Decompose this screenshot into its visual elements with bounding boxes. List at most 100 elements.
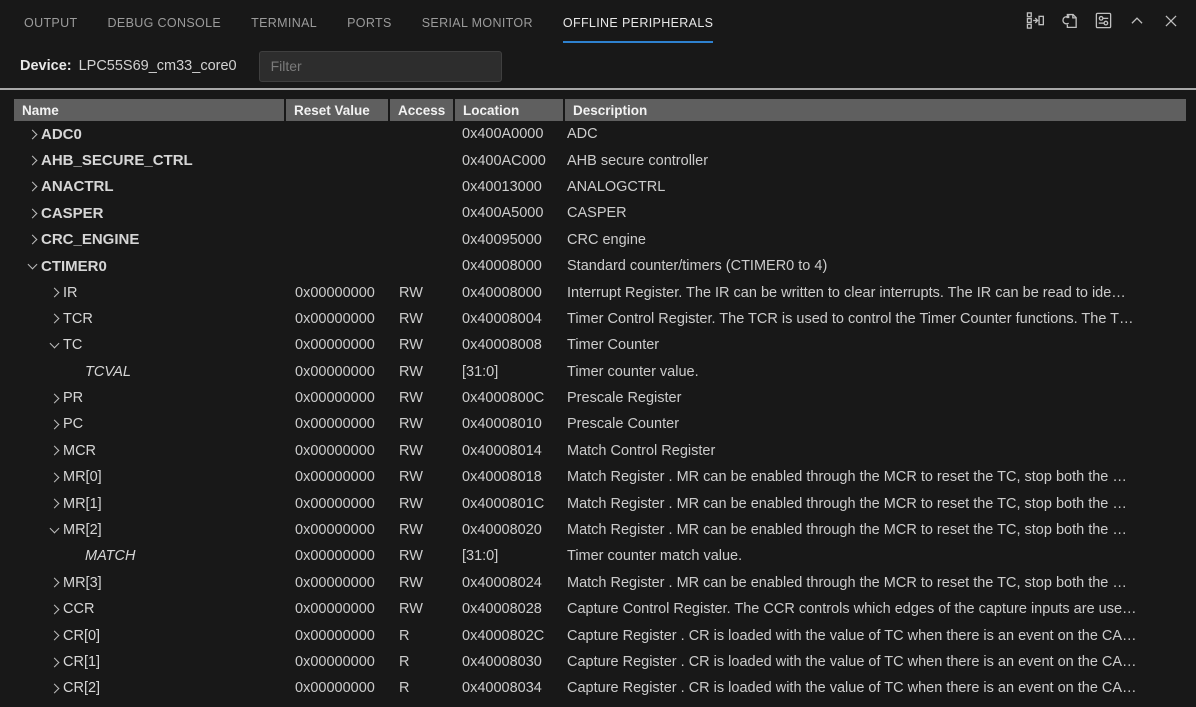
description-cell: Prescale Register — [565, 390, 1186, 406]
row-name: TCR — [63, 311, 93, 327]
chevron-icon[interactable] — [47, 286, 61, 300]
description-cell: ANALOGCTRL — [565, 179, 1186, 195]
reset-value-cell: 0x00000000 — [286, 628, 390, 644]
chevron-icon[interactable] — [47, 497, 61, 511]
row-name: CR[1] — [63, 654, 100, 670]
tab-serial-monitor[interactable]: SERIAL MONITOR — [422, 5, 533, 43]
filter-input[interactable] — [259, 51, 502, 82]
registers-transfer-button[interactable] — [1022, 9, 1048, 35]
file-refresh-icon — [1060, 11, 1079, 33]
chevron-icon[interactable] — [47, 470, 61, 484]
access-cell: R — [390, 628, 455, 644]
description-cell: Match Register . MR can be enabled throu… — [565, 522, 1186, 538]
registers-transfer-icon — [1026, 11, 1045, 33]
location-cell: [31:0] — [455, 364, 565, 380]
table-row[interactable]: AHB_SECURE_CTRL 0x400AC000 AHB secure co… — [14, 147, 1186, 173]
table-row[interactable]: MR[3] 0x00000000 RW 0x40008024 Match Reg… — [14, 570, 1186, 596]
table-row[interactable]: MATCH 0x00000000 RW [31:0] Timer counter… — [14, 543, 1186, 569]
tab-ports[interactable]: PORTS — [347, 5, 392, 43]
reset-value-cell: 0x00000000 — [286, 443, 390, 459]
chevron-icon[interactable] — [25, 127, 39, 141]
column-header-name[interactable]: Name — [14, 99, 284, 121]
row-name: MCR — [63, 443, 96, 459]
chevron-icon[interactable] — [25, 206, 39, 220]
location-cell: 0x40008018 — [455, 469, 565, 485]
description-cell: Capture Register . CR is loaded with the… — [565, 628, 1186, 644]
description-cell: Match Register . MR can be enabled throu… — [565, 496, 1186, 512]
description-cell: Timer Control Register. The TCR is used … — [565, 311, 1186, 327]
chevron-icon[interactable] — [47, 681, 61, 695]
chevron-icon[interactable] — [47, 417, 61, 431]
chevron-icon[interactable] — [47, 391, 61, 405]
tab-offline-peripherals[interactable]: OFFLINE PERIPHERALS — [563, 5, 713, 43]
access-cell: RW — [390, 364, 455, 380]
table-row[interactable]: ANACTRL 0x40013000 ANALOGCTRL — [14, 174, 1186, 200]
table-row[interactable]: MCR 0x00000000 RW 0x40008014 Match Contr… — [14, 438, 1186, 464]
chevron-icon[interactable] — [25, 154, 39, 168]
name-cell: CASPER — [14, 205, 286, 222]
chevron-icon[interactable] — [47, 602, 61, 616]
table-row[interactable]: TC 0x00000000 RW 0x40008008 Timer Counte… — [14, 332, 1186, 358]
name-cell: MR[1] — [14, 496, 286, 512]
name-cell: ANACTRL — [14, 178, 286, 195]
table-row[interactable]: CR[2] 0x00000000 R 0x40008034 Capture Re… — [14, 675, 1186, 701]
name-cell: ADC0 — [14, 126, 286, 143]
table-row[interactable]: TCVAL 0x00000000 RW [31:0] Timer counter… — [14, 359, 1186, 385]
table-row[interactable]: CTIMER0 0x40008000 Standard counter/time… — [14, 253, 1186, 279]
chevron-icon[interactable] — [25, 233, 39, 247]
access-cell: RW — [390, 311, 455, 327]
column-header-location[interactable]: Location — [455, 99, 563, 121]
board-settings-button[interactable] — [1090, 9, 1116, 35]
column-header-access[interactable]: Access — [390, 99, 453, 121]
tab-terminal[interactable]: TERMINAL — [251, 5, 317, 43]
chevron-up-icon — [1128, 12, 1146, 33]
row-name: MATCH — [85, 548, 135, 564]
table-row[interactable]: IR 0x00000000 RW 0x40008000 Interrupt Re… — [14, 279, 1186, 305]
name-cell: MR[3] — [14, 575, 286, 591]
tab-terminal-label: TERMINAL — [251, 16, 317, 30]
chevron-icon[interactable] — [47, 312, 61, 326]
panel-close-button[interactable] — [1158, 9, 1184, 35]
file-refresh-button[interactable] — [1056, 9, 1082, 35]
reset-value-cell: 0x00000000 — [286, 311, 390, 327]
name-cell: AHB_SECURE_CTRL — [14, 152, 286, 169]
table-row[interactable]: CASPER 0x400A5000 CASPER — [14, 200, 1186, 226]
table-row[interactable]: MR[0] 0x00000000 RW 0x40008018 Match Reg… — [14, 464, 1186, 490]
table-row[interactable]: CR[1] 0x00000000 R 0x40008030 Capture Re… — [14, 649, 1186, 675]
chevron-icon[interactable] — [47, 523, 61, 537]
location-cell: 0x40008028 — [455, 601, 565, 617]
table-row[interactable]: CCR 0x00000000 RW 0x40008028 Capture Con… — [14, 596, 1186, 622]
chevron-icon[interactable] — [47, 444, 61, 458]
table-row[interactable]: TCR 0x00000000 RW 0x40008004 Timer Contr… — [14, 306, 1186, 332]
table-row[interactable]: MR[2] 0x00000000 RW 0x40008020 Match Reg… — [14, 517, 1186, 543]
reset-value-cell: 0x00000000 — [286, 337, 390, 353]
chevron-icon[interactable] — [47, 629, 61, 643]
tab-output[interactable]: OUTPUT — [24, 5, 78, 43]
chevron-icon[interactable] — [25, 259, 39, 273]
device-value: LPC55S69_cm33_core0 — [79, 58, 237, 74]
chevron-icon[interactable] — [47, 655, 61, 669]
name-cell: CRC_ENGINE — [14, 231, 286, 248]
location-cell: 0x400A0000 — [455, 126, 565, 142]
tab-debug-console[interactable]: DEBUG CONSOLE — [108, 5, 222, 43]
table-row[interactable]: MR[1] 0x00000000 RW 0x4000801C Match Reg… — [14, 490, 1186, 516]
name-cell: TCR — [14, 311, 286, 327]
chevron-icon[interactable] — [47, 576, 61, 590]
table-row[interactable]: CR[0] 0x00000000 R 0x4000802C Capture Re… — [14, 622, 1186, 648]
panel-maximize-button[interactable] — [1124, 9, 1150, 35]
table-row[interactable]: CRC_ENGINE 0x40095000 CRC engine — [14, 227, 1186, 253]
row-name: CR[2] — [63, 680, 100, 696]
reset-value-cell: 0x00000000 — [286, 575, 390, 591]
table-row[interactable]: PR 0x00000000 RW 0x4000800C Prescale Reg… — [14, 385, 1186, 411]
chevron-icon[interactable] — [25, 180, 39, 194]
table-row[interactable]: ADC0 0x400A0000 ADC — [14, 121, 1186, 147]
column-header-reset-value[interactable]: Reset Value — [286, 99, 388, 121]
table-row[interactable]: PC 0x00000000 RW 0x40008010 Prescale Cou… — [14, 411, 1186, 437]
description-cell: Match Register . MR can be enabled throu… — [565, 575, 1186, 591]
row-name: MR[2] — [63, 522, 102, 538]
column-header-description[interactable]: Description — [565, 99, 1186, 121]
location-cell: 0x40008020 — [455, 522, 565, 538]
board-settings-icon — [1094, 11, 1113, 33]
chevron-icon[interactable] — [47, 338, 61, 352]
tab-serial-monitor-label: SERIAL MONITOR — [422, 16, 533, 30]
